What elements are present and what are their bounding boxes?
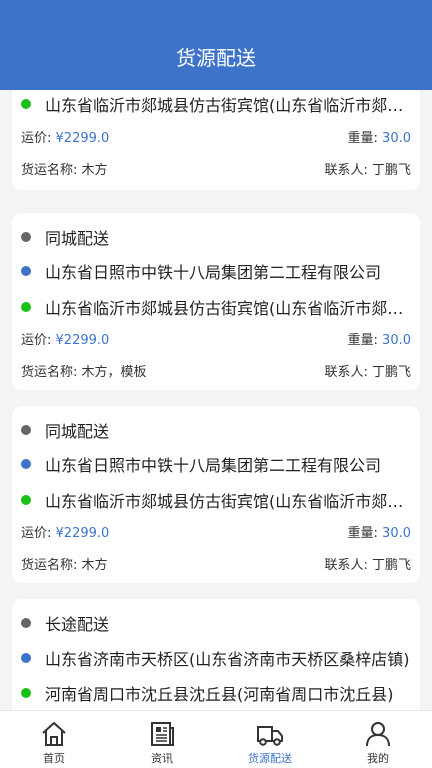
contact-label: 联系人: (324, 365, 368, 380)
news-icon (151, 722, 174, 746)
user-icon (366, 722, 390, 747)
header-bar: 货源配送 (0, 0, 432, 90)
cargo-list[interactable]: 山东省临沂市郯城县仿古街宾馆(山东省临沂市郯城县仿古街宾馆) 运价: ¥2299… (0, 90, 432, 711)
goods-info: 货运名称: 木方，模板 (21, 361, 147, 380)
contact-value: 丁鹏飞 (371, 558, 411, 573)
destination-dot-icon (21, 495, 31, 505)
tab-cargo-delivery[interactable]: 货源配送 (216, 711, 324, 768)
goods-info: 货运名称: 木方 (21, 159, 108, 178)
destination-text: 河南省周口市沈丘县沈丘县(河南省周口市沈丘县) (45, 685, 394, 704)
tab-home[interactable]: 首页 (0, 711, 108, 768)
weight-value: 30.0 (382, 526, 411, 541)
goods-contact-row: 货运名称: 木方，模板 联系人: 丁鹏飞 (21, 361, 411, 381)
tab-home-label: 首页 (43, 752, 65, 765)
tab-mine-label: 我的 (367, 752, 389, 765)
fee-label: 运价: (21, 333, 52, 348)
contact-info: 联系人: 丁鹏飞 (324, 554, 411, 573)
fee-weight-row: 运价: ¥2299.0 重量: 30.0 (21, 329, 411, 349)
origin-row: 山东省日照市中铁十八局集团第二工程有限公司 (21, 450, 411, 478)
tab-cargo-delivery-label: 货源配送 (248, 752, 292, 765)
fee-value: ¥2299.0 (55, 333, 110, 348)
goods-label: 货运名称: (21, 558, 78, 573)
delivery-type: 同城配送 (45, 229, 110, 248)
truck-icon (257, 726, 283, 746)
weight-label: 重量: (347, 131, 378, 146)
fee-label: 运价: (21, 526, 52, 541)
type-dot-icon (21, 232, 31, 242)
contact-label: 联系人: (324, 163, 368, 178)
home-icon (42, 722, 66, 746)
origin-row: 山东省济南市天桥区(山东省济南市天桥区桑梓店镇) (21, 644, 411, 672)
delivery-type: 长途配送 (45, 615, 110, 634)
fee-label: 运价: (21, 131, 52, 146)
destination-dot-icon (21, 99, 31, 109)
destination-text: 山东省临沂市郯城县仿古街宾馆(山东省临沂市郯城县仿古街宾馆) (45, 96, 411, 115)
goods-label: 货运名称: (21, 365, 78, 380)
contact-info: 联系人: 丁鹏飞 (324, 159, 411, 178)
fee-weight-row: 运价: ¥2299.0 重量: 30.0 (21, 127, 411, 147)
goods-value: 木方，模板 (81, 365, 147, 380)
tab-news-label: 资讯 (151, 752, 173, 765)
cargo-card[interactable]: 同城配送 山东省日照市中铁十八局集团第二工程有限公司 山东省临沂市郯城县仿古街宾… (12, 213, 420, 390)
contact-label: 联系人: (324, 558, 368, 573)
page-title: 货源配送 (176, 46, 256, 70)
origin-dot-icon (21, 266, 31, 276)
tab-news[interactable]: 资讯 (108, 711, 216, 768)
goods-label: 货运名称: (21, 163, 78, 178)
destination-row: 山东省临沂市郯城县仿古街宾馆(山东省临沂市郯城县仿古街宾馆) (21, 293, 411, 321)
cargo-card[interactable]: 山东省临沂市郯城县仿古街宾馆(山东省临沂市郯城县仿古街宾馆) 运价: ¥2299… (12, 90, 420, 190)
origin-text: 山东省日照市中铁十八局集团第二工程有限公司 (45, 263, 382, 282)
delivery-type: 同城配送 (45, 422, 110, 441)
destination-dot-icon (21, 302, 31, 312)
goods-value: 木方 (81, 558, 108, 573)
origin-row: 山东省日照市中铁十八局集团第二工程有限公司 (21, 257, 411, 285)
weight-value: 30.0 (382, 131, 411, 146)
fee-value: ¥2299.0 (55, 131, 110, 146)
tab-mine[interactable]: 我的 (324, 711, 432, 768)
fee-info: 运价: ¥2299.0 (21, 127, 109, 146)
delivery-type-row: 同城配送 (21, 416, 411, 444)
fee-weight-row: 运价: ¥2299.0 重量: 30.0 (21, 522, 411, 542)
origin-dot-icon (21, 653, 31, 663)
goods-info: 货运名称: 木方 (21, 554, 108, 573)
goods-contact-row: 货运名称: 木方 联系人: 丁鹏飞 (21, 159, 411, 179)
weight-label: 重量: (347, 333, 378, 348)
destination-text: 山东省临沂市郯城县仿古街宾馆(山东省临沂市郯城县仿古街宾馆) (45, 492, 411, 511)
goods-contact-row: 货运名称: 木方 联系人: 丁鹏飞 (21, 554, 411, 574)
contact-value: 丁鹏飞 (371, 163, 411, 178)
origin-dot-icon (21, 459, 31, 469)
origin-text: 山东省日照市中铁十八局集团第二工程有限公司 (45, 456, 382, 475)
weight-label: 重量: (347, 526, 378, 541)
fee-value: ¥2299.0 (55, 526, 110, 541)
type-dot-icon (21, 425, 31, 435)
weight-info: 重量: 30.0 (348, 127, 411, 146)
cargo-card[interactable]: 同城配送 山东省日照市中铁十八局集团第二工程有限公司 山东省临沂市郯城县仿古街宾… (12, 406, 420, 583)
goods-value: 木方 (81, 163, 108, 178)
destination-text: 山东省临沂市郯城县仿古街宾馆(山东省临沂市郯城县仿古街宾馆) (45, 299, 411, 318)
destination-dot-icon (21, 688, 31, 698)
destination-row: 山东省临沂市郯城县仿古街宾馆(山东省临沂市郯城县仿古街宾馆) (21, 90, 411, 118)
cargo-card[interactable]: 长途配送 山东省济南市天桥区(山东省济南市天桥区桑梓店镇) 河南省周口市沈丘县沈… (12, 599, 420, 711)
destination-row: 河南省周口市沈丘县沈丘县(河南省周口市沈丘县) (21, 679, 411, 707)
destination-row: 山东省临沂市郯城县仿古街宾馆(山东省临沂市郯城县仿古街宾馆) (21, 486, 411, 514)
bottom-tab-bar: 首页 资讯 货源配送 我的 (0, 710, 432, 768)
weight-info: 重量: 30.0 (348, 329, 411, 348)
origin-text: 山东省济南市天桥区(山东省济南市天桥区桑梓店镇) (45, 650, 410, 669)
type-dot-icon (21, 618, 31, 628)
delivery-type-row: 长途配送 (21, 609, 411, 637)
contact-value: 丁鹏飞 (371, 365, 411, 380)
delivery-type-row: 同城配送 (21, 223, 411, 251)
fee-info: 运价: ¥2299.0 (21, 522, 109, 541)
fee-info: 运价: ¥2299.0 (21, 329, 109, 348)
weight-info: 重量: 30.0 (348, 522, 411, 541)
weight-value: 30.0 (382, 333, 411, 348)
contact-info: 联系人: 丁鹏飞 (324, 361, 411, 380)
